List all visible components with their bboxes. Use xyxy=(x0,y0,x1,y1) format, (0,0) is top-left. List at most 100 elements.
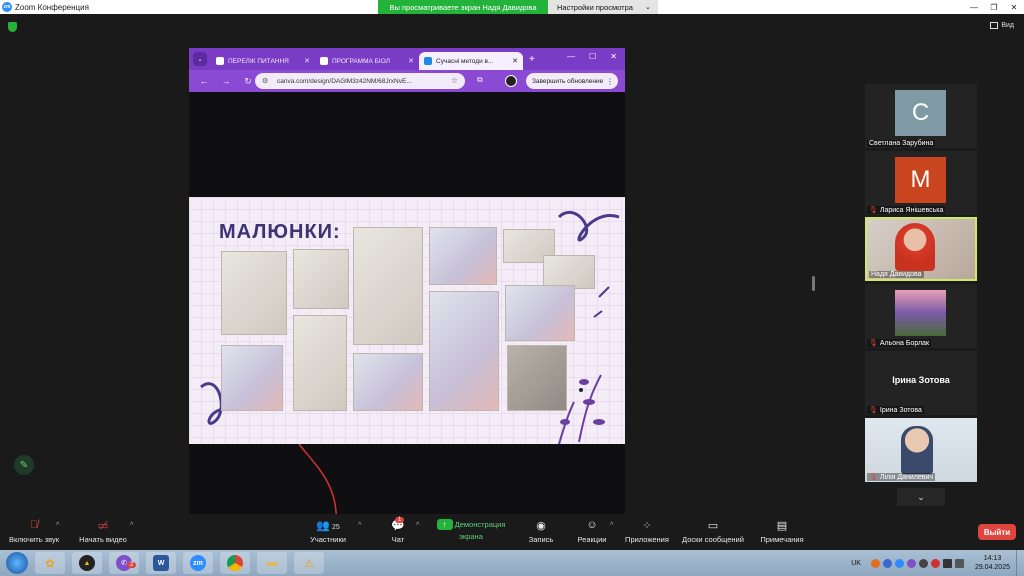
close-button[interactable]: ✕ xyxy=(1004,0,1024,14)
taskbar-app-alert[interactable]: ⚠ xyxy=(294,552,324,574)
tab-search-icon[interactable]: ⌄ xyxy=(193,52,207,66)
mic-muted-icon: 🎙 xyxy=(869,474,878,481)
chevron-up-icon[interactable]: ^ xyxy=(130,522,133,529)
reload-icon[interactable]: ↻ xyxy=(241,76,255,87)
taskbar-app-word[interactable]: W xyxy=(146,552,176,574)
taskbar-app-viber[interactable]: ✆ 2 xyxy=(109,552,139,574)
tray-icon-2[interactable] xyxy=(882,558,892,568)
update-button[interactable]: Завершить обновление ⋮ xyxy=(526,73,618,89)
chat-button[interactable]: 💬 1 Чат ^ xyxy=(386,517,419,544)
whiteboards-button[interactable]: ▭ Доски сообщений xyxy=(680,519,746,544)
participant-tile-active[interactable]: Надя Давидова xyxy=(865,217,977,281)
chat-label: Чат xyxy=(391,535,405,544)
participant-tile[interactable]: 🎙 Альона Борлак xyxy=(865,284,977,348)
taskbar-app-zoom[interactable]: zm xyxy=(183,552,213,574)
annotate-pen-button[interactable]: ✎ xyxy=(14,455,34,475)
mic-muted-icon: 🎙̸ xyxy=(29,519,39,531)
url-text: canva.com/design/DAGlM3z42NM/68JrxNvE... xyxy=(277,77,412,85)
minimize-icon[interactable]: — xyxy=(567,52,575,61)
taskbar-app-warning[interactable]: ▲ xyxy=(72,552,102,574)
clock[interactable]: 14:13 29.04.2025 xyxy=(975,554,1010,572)
profile-avatar[interactable] xyxy=(505,75,517,87)
browser-window-controls: — ☐ ✕ xyxy=(567,52,617,61)
participants-label: Участники xyxy=(310,535,346,544)
show-desktop-button[interactable] xyxy=(1016,550,1024,576)
share-screen-icon: ↑ xyxy=(436,519,453,530)
notes-button[interactable]: ▤ Примечания xyxy=(758,519,806,544)
maximize-icon[interactable]: ☐ xyxy=(589,52,596,61)
share-screen-button[interactable]: ↑ Демонстрация экрана xyxy=(430,519,512,541)
panel-resize-handle[interactable] xyxy=(812,276,815,291)
view-settings-label: Настройки просмотра xyxy=(557,2,633,12)
warning-app-icon: ▲ xyxy=(79,555,95,571)
taskbar-app-explorer[interactable]: ▬ xyxy=(257,552,287,574)
taskbar-app-puzzle[interactable]: ✿ xyxy=(35,552,65,574)
close-icon[interactable]: ✕ xyxy=(512,57,518,65)
notes-label: Примечания xyxy=(760,535,804,544)
tab-label: ПЕРЕЛІК ПИТАННЯ xyxy=(228,57,289,65)
view-button[interactable]: Вид xyxy=(990,22,1014,29)
drawing-photo-11 xyxy=(505,285,575,341)
clock-time: 14:13 xyxy=(983,555,1002,562)
tab-label: Сучасні методи в... xyxy=(436,57,494,65)
drawing-photo-12 xyxy=(507,345,567,411)
maximize-button[interactable]: ❐ xyxy=(984,0,1004,14)
back-icon[interactable]: ← xyxy=(197,76,211,86)
participants-scroll-down[interactable]: ⌄ xyxy=(897,488,945,506)
apps-button[interactable]: ⁘ Приложения xyxy=(622,519,672,544)
start-video-button[interactable]: ▭̸ Начать видео ^ xyxy=(76,519,133,544)
close-icon[interactable]: ✕ xyxy=(304,57,310,65)
star-icon[interactable]: ☆ xyxy=(451,76,458,85)
tray-icon-3[interactable] xyxy=(894,558,904,568)
unmute-label: Включить звук xyxy=(8,535,60,544)
chevron-up-icon[interactable]: ^ xyxy=(56,522,59,529)
apps-icon: ⁘ xyxy=(642,520,652,532)
clock-date: 29.04.2025 xyxy=(974,564,1010,571)
browser-tab-1[interactable]: ПЕРЕЛІК ПИТАННЯ ✕ xyxy=(211,52,315,70)
participant-tile[interactable]: 🎙 Лілія Данилевич xyxy=(865,418,977,482)
participant-tile[interactable]: M 🎙 Лариса Янішевська xyxy=(865,151,977,215)
reactions-icon: ☺ xyxy=(586,519,598,531)
minimize-button[interactable]: — xyxy=(964,0,984,14)
forward-icon[interactable]: → xyxy=(219,76,233,86)
start-button[interactable] xyxy=(6,552,28,574)
unmute-button[interactable]: 🎙̸ Включить звук ^ xyxy=(6,519,62,544)
grid-icon xyxy=(990,22,999,29)
chevron-up-icon[interactable]: ^ xyxy=(610,522,613,529)
participants-button[interactable]: 👥 25 Участники ^ xyxy=(306,519,361,544)
browser-tab-3[interactable]: Сучасні методи в... ✕ xyxy=(419,52,523,70)
url-field[interactable]: ⚙ canva.com/design/DAGlM3z42NM/68JrxNvE.… xyxy=(255,73,465,89)
taskbar-app-chrome[interactable] xyxy=(220,552,250,574)
view-label: Вид xyxy=(1001,22,1014,29)
new-tab-icon[interactable]: + xyxy=(529,54,535,65)
viber-badge: 2 xyxy=(127,562,137,568)
shield-icon[interactable] xyxy=(8,22,17,32)
network-icon[interactable] xyxy=(942,558,952,568)
shared-screen: ⌄ ПЕРЕЛІК ПИТАННЯ ✕ ПРОГРАММА БІОЛ ✕ Суч… xyxy=(189,48,625,528)
system-tray: UK 14:13 29.04.2025 xyxy=(851,550,1024,576)
participant-tile[interactable]: С Светлана Зарубина xyxy=(865,84,977,148)
close-icon[interactable]: ✕ xyxy=(408,57,414,65)
menu-icon[interactable]: ⋮ xyxy=(606,77,614,86)
volume-icon[interactable] xyxy=(954,558,964,568)
leave-button[interactable]: Выйти xyxy=(978,524,1016,540)
reactions-button[interactable]: ☺ Реакции ^ xyxy=(576,519,614,544)
browser-tab-2[interactable]: ПРОГРАММА БІОЛ ✕ xyxy=(315,52,419,70)
tray-icon-5[interactable] xyxy=(918,558,928,568)
extensions-icon[interactable]: ⧉ xyxy=(477,75,483,85)
tray-icon-1[interactable] xyxy=(870,558,880,568)
browser-tabbar: ⌄ ПЕРЕЛІК ПИТАННЯ ✕ ПРОГРАММА БІОЛ ✕ Суч… xyxy=(189,48,625,70)
drawing-photo-3 xyxy=(353,227,423,345)
record-button[interactable]: ◉ Запись xyxy=(526,519,556,544)
chevron-up-icon[interactable]: ^ xyxy=(358,522,361,529)
view-settings-button[interactable]: Настройки просмотра ⌄ xyxy=(548,0,658,14)
participant-tile[interactable]: Ірина Зотова 🎙 Ірина Зотова xyxy=(865,351,977,415)
chevron-up-icon[interactable]: ^ xyxy=(416,522,419,529)
drawing-photo-8 xyxy=(293,315,347,411)
tray-icon-6[interactable] xyxy=(930,558,940,568)
site-info-icon[interactable]: ⚙ xyxy=(262,77,270,85)
participant-name: 🎙 Ірина Зотова xyxy=(867,406,924,414)
tray-icon-4[interactable] xyxy=(906,558,916,568)
close-icon[interactable]: ✕ xyxy=(610,52,617,61)
language-indicator[interactable]: UK xyxy=(851,560,861,567)
